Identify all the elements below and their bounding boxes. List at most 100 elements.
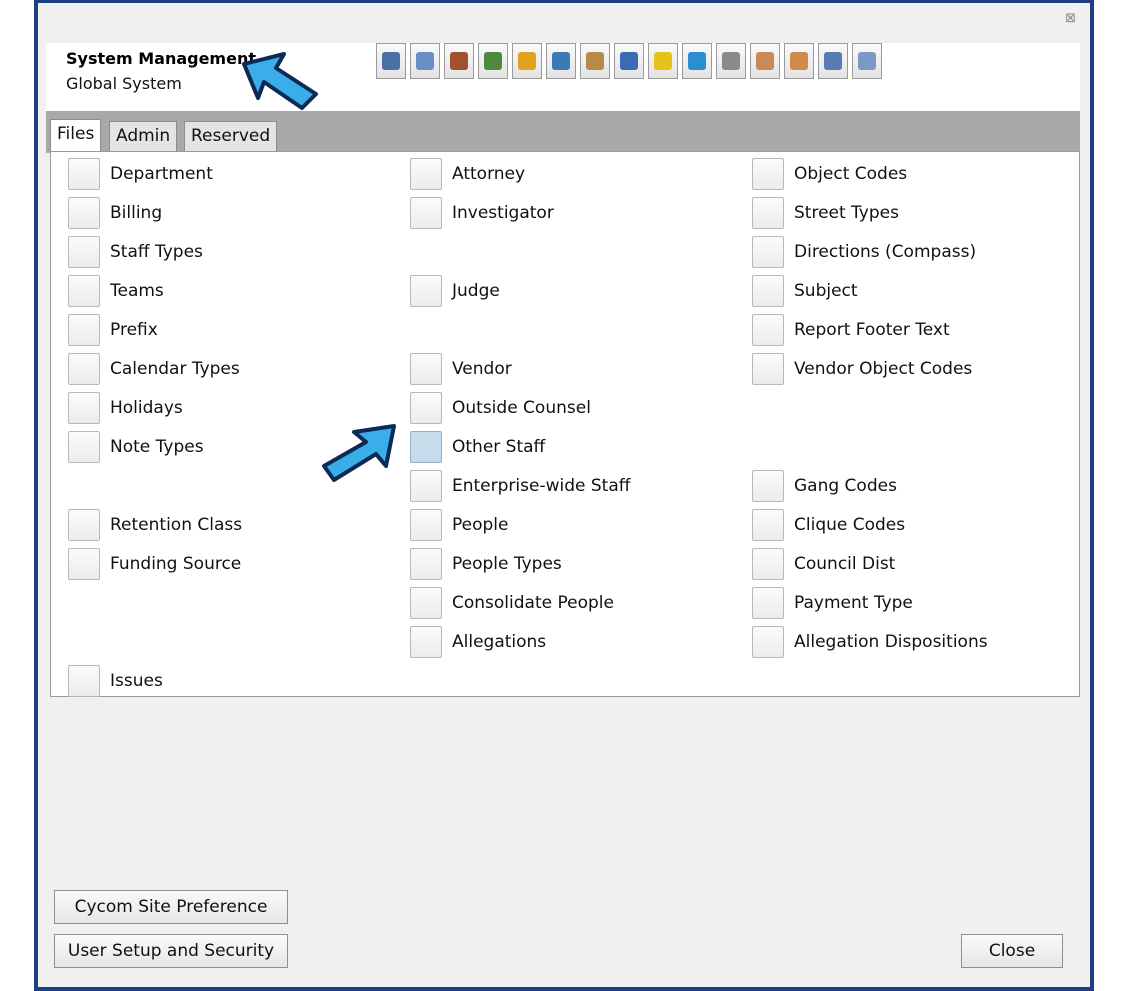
group-icon [790,52,808,70]
payment-type-button[interactable] [752,587,784,619]
teams-button[interactable] [68,275,100,307]
allegations-button[interactable] [410,626,442,658]
allegation-dispositions-button[interactable] [752,626,784,658]
tab-files[interactable]: Files [50,119,102,153]
item-label: Other Staff [452,437,546,457]
prefix-button[interactable] [68,314,100,346]
item-vendor[interactable]: Vendor [410,353,512,385]
page-title: System Management [66,49,256,68]
tab-admin[interactable]: Admin [109,121,178,151]
people-types-button[interactable] [410,548,442,580]
note-types-button[interactable] [68,431,100,463]
staff-types-button[interactable] [68,236,100,268]
people-button[interactable] [410,509,442,541]
investigator-button[interactable] [410,197,442,229]
site-preference-button[interactable]: Cycom Site Preference [54,890,288,924]
toolbar-button[interactable] [410,43,440,79]
item-label: Department [110,164,213,184]
item-directions[interactable]: Directions (Compass) [752,236,976,268]
other-staff-button[interactable] [410,431,442,463]
toolbar-button[interactable] [716,43,746,79]
item-calendar-types[interactable]: Calendar Types [68,353,240,385]
item-prefix[interactable]: Prefix [68,314,158,346]
funding-source-button[interactable] [68,548,100,580]
toolbar-button[interactable] [376,43,406,79]
toolbar-button[interactable] [682,43,712,79]
street-types-button[interactable] [752,197,784,229]
item-council-dist[interactable]: Council Dist [752,548,895,580]
toolbar-button[interactable] [444,43,474,79]
item-label: Vendor [452,359,512,379]
toolbar-button[interactable] [512,43,542,79]
vendor-button[interactable] [410,353,442,385]
header: System Management Global System [46,43,1080,113]
retention-class-button[interactable] [68,509,100,541]
user-setup-button[interactable]: User Setup and Security [54,934,288,968]
handshake-icon [756,52,774,70]
item-vendor-object-codes[interactable]: Vendor Object Codes [752,353,972,385]
toolbar-button[interactable] [478,43,508,79]
enterprise-wide-staff-button[interactable] [410,470,442,502]
item-payment-type[interactable]: Payment Type [752,587,913,619]
toolbar-button[interactable] [852,43,882,79]
item-staff-types[interactable]: Staff Types [68,236,203,268]
item-enterprise-wide-staff[interactable]: Enterprise-wide Staff [410,470,630,502]
item-object-codes[interactable]: Object Codes [752,158,907,190]
item-attorney[interactable]: Attorney [410,158,525,190]
object-codes-button[interactable] [752,158,784,190]
item-funding-source[interactable]: Funding Source [68,548,241,580]
item-note-types[interactable]: Note Types [68,431,204,463]
callout-arrow-icon [322,424,396,482]
item-outside-counsel[interactable]: Outside Counsel [410,392,591,424]
item-subject[interactable]: Subject [752,275,858,307]
billing-button[interactable] [68,197,100,229]
user-upload-icon [688,52,706,70]
calendar-types-button[interactable] [68,353,100,385]
toolbar-button[interactable] [580,43,610,79]
item-consolidate-people[interactable]: Consolidate People [410,587,614,619]
tab-reserved[interactable]: Reserved [184,121,278,151]
issues-button[interactable] [68,665,100,697]
close-button[interactable]: Close [961,934,1063,968]
item-retention-class[interactable]: Retention Class [68,509,242,541]
directions-button[interactable] [752,236,784,268]
item-people-types[interactable]: People Types [410,548,562,580]
consolidate-people-button[interactable] [410,587,442,619]
item-investigator[interactable]: Investigator [410,197,554,229]
gang-codes-button[interactable] [752,470,784,502]
item-other-staff[interactable]: Other Staff [410,431,545,463]
toolbar-button[interactable] [614,43,644,79]
item-label: People Types [452,554,562,574]
item-billing[interactable]: Billing [68,197,162,229]
clique-codes-button[interactable] [752,509,784,541]
attorney-button[interactable] [410,158,442,190]
window-close-icon[interactable]: ⊠ [1065,11,1076,26]
holidays-button[interactable] [68,392,100,424]
item-issues[interactable]: Issues [68,665,163,697]
department-button[interactable] [68,158,100,190]
item-allegations[interactable]: Allegations [410,626,546,658]
item-department[interactable]: Department [68,158,213,190]
toolbar-button[interactable] [648,43,678,79]
item-street-types[interactable]: Street Types [752,197,899,229]
toolbar-button[interactable] [818,43,848,79]
item-judge[interactable]: Judge [410,275,500,307]
toolbar-button[interactable] [784,43,814,79]
item-label: Outside Counsel [452,398,591,418]
vendor-object-codes-button[interactable] [752,353,784,385]
item-teams[interactable]: Teams [68,275,164,307]
item-allegation-dispositions[interactable]: Allegation Dispositions [752,626,988,658]
item-holidays[interactable]: Holidays [68,392,183,424]
judge-button[interactable] [410,275,442,307]
item-gang-codes[interactable]: Gang Codes [752,470,897,502]
outside-counsel-button[interactable] [410,392,442,424]
toolbar-button[interactable] [546,43,576,79]
report-footer-text-button[interactable] [752,314,784,346]
toolbar-button[interactable] [750,43,780,79]
subject-button[interactable] [752,275,784,307]
item-clique-codes[interactable]: Clique Codes [752,509,905,541]
council-dist-button[interactable] [752,548,784,580]
item-people[interactable]: People [410,509,508,541]
item-report-footer-text[interactable]: Report Footer Text [752,314,950,346]
item-label: Calendar Types [110,359,240,379]
